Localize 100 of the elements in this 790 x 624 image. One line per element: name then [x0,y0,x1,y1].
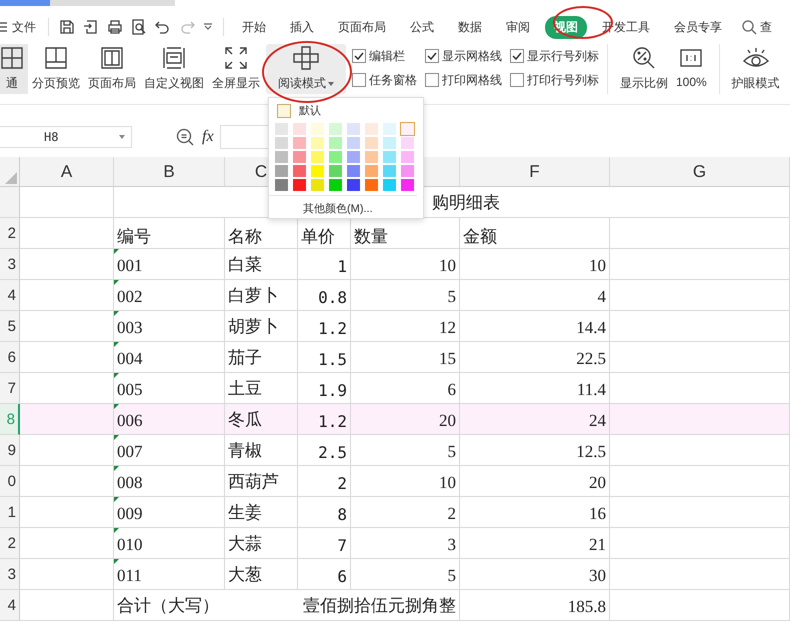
color-swatch[interactable] [311,165,324,177]
color-swatch[interactable] [293,123,306,135]
name-box[interactable]: H8 [0,126,132,148]
zoom-button[interactable]: 显示比例 [616,44,672,94]
color-swatch[interactable] [275,165,288,177]
color-swatch[interactable] [365,165,378,177]
checkbox-option[interactable]: 显示网格线 [425,44,502,68]
color-swatch[interactable] [293,151,306,163]
zoom-out-icon[interactable] [176,128,194,146]
color-swatch[interactable] [329,179,342,191]
view-button[interactable]: 分页预览 [28,44,84,94]
menu-icon[interactable] [0,22,8,32]
color-swatch[interactable] [347,137,360,149]
row-header[interactable]: 2 [0,218,20,249]
view-button[interactable]: 页面布局 [84,44,140,94]
checkbox-option[interactable]: 编辑栏 [352,44,417,68]
color-swatch[interactable] [347,151,360,163]
print-icon[interactable] [107,19,123,35]
zoom-100-button[interactable]: 100% [672,44,711,91]
checkbox-option[interactable]: 打印行号列标 [510,68,599,92]
color-swatch[interactable] [293,137,306,149]
color-swatch[interactable] [329,123,342,135]
row-header[interactable]: 7 [0,373,20,404]
ribbon-tab[interactable]: 公式 [401,16,443,38]
color-swatch[interactable] [329,165,342,177]
checkbox[interactable] [425,49,439,63]
color-swatch[interactable] [311,179,324,191]
undo-icon[interactable] [155,19,171,35]
file-menu[interactable]: 文件 [0,18,42,36]
default-color-option[interactable]: 默认 [269,98,423,118]
color-swatch[interactable] [401,165,414,177]
color-swatch[interactable] [365,179,378,191]
ribbon-tab[interactable]: 审阅 [497,16,539,38]
color-swatch[interactable] [365,123,378,135]
color-swatch[interactable] [275,151,288,163]
row-header[interactable]: 4 [0,280,20,311]
color-swatch[interactable] [401,151,414,163]
eye-protection-button[interactable]: 护眼模式 [728,44,784,94]
color-swatch[interactable] [383,179,396,191]
view-button[interactable]: 自定义视图 [140,44,208,94]
color-swatch[interactable] [401,179,414,191]
ribbon-tab[interactable]: 插入 [281,16,323,38]
row-header[interactable]: 2 [0,528,20,559]
color-swatch[interactable] [383,123,396,135]
color-swatch[interactable] [275,179,288,191]
ribbon-tab[interactable]: 会员专享 [665,16,731,38]
ribbon-tab[interactable]: 数据 [449,16,491,38]
search-label[interactable]: 查 [760,18,772,36]
reading-mode-button[interactable]: 阅读模式 [266,44,346,94]
color-swatch[interactable] [347,123,360,135]
export-icon[interactable] [83,19,99,35]
row-header[interactable]: 3 [0,249,20,280]
color-swatch[interactable] [365,137,378,149]
checkbox[interactable] [510,73,524,87]
color-swatch[interactable] [347,165,360,177]
column-header[interactable]: C [254,162,268,182]
function-label[interactable]: fx [202,128,214,146]
print-preview-icon[interactable] [131,19,147,35]
checkbox-option[interactable]: 打印网格线 [425,68,502,92]
save-icon[interactable] [59,19,75,35]
redo-icon[interactable] [179,19,195,35]
checkbox[interactable] [352,49,366,63]
color-swatch[interactable] [275,123,288,135]
column-header[interactable]: G [692,162,706,182]
view-button[interactable]: 通 [0,44,28,94]
row-header[interactable]: 1 [0,497,20,528]
color-swatch[interactable] [383,151,396,163]
row-header[interactable]: 0 [0,466,20,497]
view-button[interactable]: 全屏显示 [208,44,264,94]
color-swatch[interactable] [275,137,288,149]
color-swatch[interactable] [293,179,306,191]
row-header[interactable]: 3 [0,559,20,590]
ribbon-tab[interactable]: 页面布局 [329,16,395,38]
color-swatch[interactable] [329,151,342,163]
chevron-down-icon[interactable] [203,23,213,31]
color-swatch[interactable] [365,151,378,163]
row-header[interactable]: 5 [0,311,20,342]
checkbox[interactable] [510,49,524,63]
more-colors-option[interactable]: 其他颜色(M)... [269,196,423,216]
row-header[interactable] [0,187,20,218]
color-swatch[interactable] [329,137,342,149]
column-header[interactable]: F [529,162,540,182]
search-icon[interactable] [742,20,757,34]
color-swatch[interactable] [401,137,414,149]
color-swatch[interactable] [311,123,324,135]
color-swatch[interactable] [311,137,324,149]
checkbox-option[interactable]: 任务窗格 [352,68,417,92]
color-swatch[interactable] [293,165,306,177]
ribbon-tab[interactable]: 开始 [233,16,275,38]
color-swatch[interactable] [383,165,396,177]
checkbox[interactable] [352,73,366,87]
select-all-icon[interactable] [5,172,17,184]
row-header[interactable]: 6 [0,342,20,373]
column-header[interactable]: B [163,162,175,182]
color-swatch[interactable] [401,123,414,135]
row-header[interactable]: 4 [0,590,20,621]
checkbox-option[interactable]: 显示行号列标 [510,44,599,68]
color-swatch[interactable] [383,137,396,149]
row-header[interactable]: 9 [0,435,20,466]
color-swatch[interactable] [311,151,324,163]
